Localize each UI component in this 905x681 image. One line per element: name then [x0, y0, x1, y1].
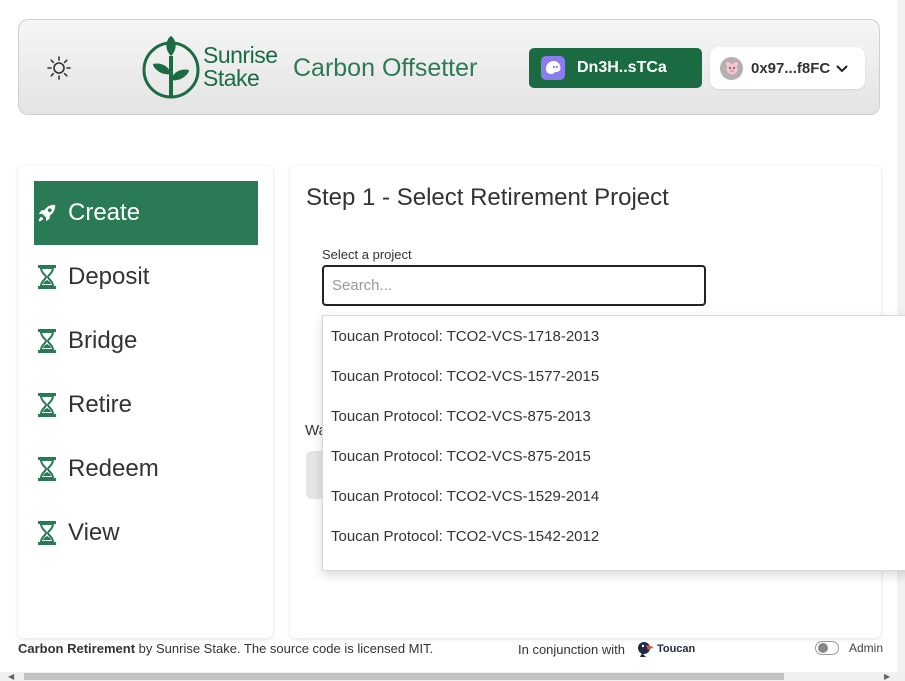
toucan-bird-icon — [637, 642, 654, 657]
account-address-label: 0x97...f8FC — [751, 59, 831, 77]
partner-text: In conjunction with — [518, 641, 625, 657]
footer-credit: Carbon Retirement by Sunrise Stake. The … — [18, 641, 433, 656]
dropdown-option[interactable]: Toucan Protocol: TCO2-VCS-1529-2014 — [331, 477, 599, 517]
sidebar-item-label: Redeem — [68, 455, 159, 482]
sun-icon — [47, 56, 71, 80]
hourglass-icon — [36, 328, 58, 354]
sidebar-item-view[interactable]: View — [34, 501, 258, 565]
footer-partner: In conjunction with Toucan — [518, 641, 695, 657]
logo-text-line1: Sunrise — [203, 42, 278, 68]
sunrise-stake-logo[interactable]: Sunrise Stake — [141, 34, 281, 102]
wallet-button[interactable]: Dn3H..sTCa — [529, 48, 702, 88]
toucan-logo[interactable]: Toucan — [637, 641, 695, 657]
footer-credit-title[interactable]: Carbon Retirement — [18, 641, 135, 656]
step-title: Step 1 - Select Retirement Project — [306, 184, 669, 211]
account-button[interactable]: 0x97...f8FC — [710, 47, 865, 89]
horizontal-scrollbar[interactable]: ◀ ▶ — [0, 672, 905, 681]
hourglass-icon — [36, 264, 58, 290]
wallet-address-label: Dn3H..sTCa — [577, 59, 667, 76]
sidebar-nav: Create Deposit Bridge Retire Redeem View — [18, 166, 273, 638]
scroll-left-arrow-icon[interactable]: ◀ — [8, 672, 14, 681]
footer-credit-text: by Sunrise Stake. The source code is lic… — [135, 641, 434, 656]
sidebar-item-label: View — [68, 519, 120, 546]
dropdown-option[interactable]: Toucan Protocol: TCO2-VCS-1718-2013 — [331, 317, 599, 357]
sidebar-item-retire[interactable]: Retire — [34, 373, 258, 437]
dropdown-option[interactable]: Toucan Protocol: TCO2-VCS-875-2015 — [331, 437, 591, 477]
toucan-logo-text: Toucan — [656, 643, 696, 655]
sidebar-item-label: Bridge — [68, 327, 138, 354]
sidebar-item-label: Retire — [68, 391, 133, 418]
sidebar-item-deposit[interactable]: Deposit — [34, 245, 258, 309]
header-bar: Sunrise Stake Carbon Offsetter Dn3H..sTC… — [18, 19, 880, 115]
dropdown-option[interactable]: Toucan Protocol: TCO2-VCS-875-2013 — [331, 397, 591, 437]
app-title: Carbon Offsetter — [293, 54, 478, 82]
project-dropdown: Toucan Protocol: TCO2-VCS-1718-2013 Touc… — [322, 315, 905, 571]
admin-label: Admin — [849, 641, 884, 655]
dropdown-option[interactable]: Toucan Protocol: TCO2-VCS-1542-2012 — [331, 517, 599, 557]
rocket-icon — [36, 200, 58, 226]
admin-switch[interactable] — [815, 641, 839, 655]
sidebar-item-create[interactable]: Create — [34, 181, 258, 245]
theme-toggle-button[interactable] — [45, 54, 73, 82]
logo-text: Sunrise Stake — [203, 42, 278, 91]
avatar-icon — [720, 56, 743, 80]
sidebar-item-label: Deposit — [68, 263, 150, 290]
logo-text-line2: Stake — [203, 65, 260, 91]
hourglass-icon — [36, 392, 58, 418]
hourglass-icon — [36, 456, 58, 482]
hourglass-icon — [36, 520, 58, 546]
sidebar-item-bridge[interactable]: Bridge — [34, 309, 258, 373]
dropdown-option[interactable]: Toucan Protocol: TCO2-VCS-1577-2015 — [331, 357, 599, 397]
switch-knob — [818, 643, 828, 653]
scrollbar-thumb[interactable] — [24, 673, 784, 680]
phantom-ghost-icon — [541, 56, 565, 80]
scroll-right-arrow-icon[interactable]: ▶ — [884, 672, 890, 681]
sidebar-item-redeem[interactable]: Redeem — [34, 437, 258, 501]
select-project-label: Select a project — [322, 247, 412, 262]
sprout-logo-icon — [142, 36, 200, 99]
chevron-down-icon — [836, 60, 848, 77]
project-search-input[interactable] — [322, 265, 706, 306]
admin-toggle[interactable]: Admin — [815, 641, 883, 655]
sidebar-item-label: Create — [68, 199, 141, 226]
